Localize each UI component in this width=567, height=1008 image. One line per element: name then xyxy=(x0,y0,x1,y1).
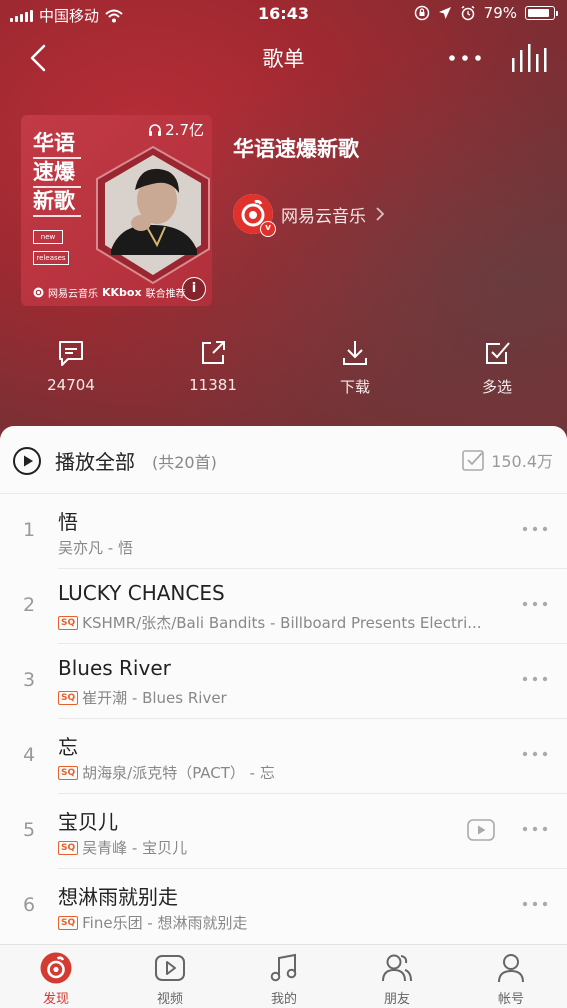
sq-badge: SQ xyxy=(58,765,79,780)
video-icon xyxy=(155,955,185,981)
tab-bar: 发现 视频 我的 朋友 帐号 xyxy=(0,944,567,1008)
status-bar: 中国移动 16:43 79% xyxy=(0,0,567,30)
song-row[interactable]: 2 LUCKY CHANCES SQ KSHMR/张杰/Bali Bandits - … xyxy=(0,569,567,644)
download-icon xyxy=(343,341,367,365)
song-more-icon[interactable] xyxy=(521,897,549,911)
cover-title: 华语 速爆 新歌 xyxy=(33,130,81,217)
action-row: 24704 11381 下载 多选 xyxy=(0,338,567,408)
tab-video[interactable]: 视频 xyxy=(130,951,210,1007)
song-row[interactable]: 5 宝贝儿 SQ 吴青峰 - 宝贝儿 xyxy=(0,794,567,869)
battery-icon xyxy=(525,6,558,20)
song-row[interactable]: 1 悟吴亦凡 - 悟 xyxy=(0,494,567,569)
song-row[interactable]: 3 Blues River SQ 崔开潮 - Blues River xyxy=(0,644,567,719)
play-circle-icon[interactable] xyxy=(12,446,42,476)
song-subtitle: 吴亦凡 - 悟 xyxy=(58,539,133,557)
song-title: 想淋雨就别走 xyxy=(58,885,178,909)
tab-friends[interactable]: 朋友 xyxy=(357,951,437,1007)
alarm-icon xyxy=(461,5,475,21)
creator-avatar: v xyxy=(233,194,276,237)
song-subtitle: SQ KSHMR/张杰/Bali Bandits - Billboard Pres… xyxy=(58,612,482,633)
comment-icon xyxy=(59,341,83,366)
download-button[interactable]: 下载 xyxy=(305,338,405,397)
song-index: 6 xyxy=(22,894,36,916)
song-title: 宝贝儿 xyxy=(58,810,118,834)
song-more-icon[interactable] xyxy=(521,822,549,836)
song-subtitle: SQ Fine乐团 - 想淋雨就别走 xyxy=(58,912,248,933)
comment-button[interactable]: 24704 xyxy=(21,338,121,394)
song-subtitle: SQ 崔开潮 - Blues River xyxy=(58,687,227,708)
playlist-cover[interactable]: 华语 速爆 新歌 new releases 2.7亿 网易云音乐 KKbox 联… xyxy=(21,115,212,306)
song-more-icon[interactable] xyxy=(521,747,549,761)
nav-bar: 歌单 xyxy=(0,30,567,86)
battery-percent: 79% xyxy=(483,4,517,22)
song-title: LUCKY CHANCES xyxy=(58,581,225,605)
song-index: 4 xyxy=(22,744,36,766)
song-index: 1 xyxy=(22,519,36,541)
rotation-lock-icon xyxy=(414,5,429,21)
info-icon[interactable]: i xyxy=(182,277,206,301)
play-all-row[interactable]: 播放全部 (共20首) 150.4万 xyxy=(0,426,567,494)
multi-select-icon xyxy=(486,342,510,364)
song-subtitle: SQ 吴青峰 - 宝贝儿 xyxy=(58,837,187,858)
song-subtitle: SQ 胡海泉/派克特（PACT） - 忘 xyxy=(58,762,275,783)
song-index: 5 xyxy=(22,819,36,841)
song-more-icon[interactable] xyxy=(521,522,549,536)
song-more-icon[interactable] xyxy=(521,672,549,686)
discover-icon xyxy=(40,952,72,984)
play-count: 2.7亿 xyxy=(148,119,204,140)
netease-logo-icon xyxy=(33,287,44,298)
account-icon xyxy=(498,954,524,983)
cover-tag-new: new xyxy=(33,230,63,244)
multi-select-button[interactable]: 多选 xyxy=(447,338,547,397)
song-title: 忘 xyxy=(58,735,78,759)
headphones-icon xyxy=(149,123,162,136)
creator-name: 网易云音乐 xyxy=(281,206,366,227)
playlist-title: 华语速爆新歌 xyxy=(233,137,359,161)
friends-icon xyxy=(382,954,412,982)
song-row[interactable]: 4 忘 SQ 胡海泉/派克特（PACT） - 忘 xyxy=(0,719,567,794)
share-button[interactable]: 11381 xyxy=(163,338,263,394)
sq-badge: SQ xyxy=(58,840,79,855)
play-all-label[interactable]: 播放全部 xyxy=(55,446,135,475)
song-index: 3 xyxy=(22,669,36,691)
creator-link[interactable]: v 网易云音乐 xyxy=(233,194,386,237)
location-icon xyxy=(438,7,451,19)
song-index: 2 xyxy=(22,594,36,616)
chevron-right-icon xyxy=(376,207,385,221)
sq-badge: SQ xyxy=(58,915,79,930)
collect-button[interactable]: 150.4万 xyxy=(461,448,553,472)
song-row[interactable]: 6 想淋雨就别走 SQ Fine乐团 - 想淋雨就别走 xyxy=(0,869,567,944)
sq-badge: SQ xyxy=(58,615,79,630)
music-note-icon xyxy=(270,953,297,982)
song-count: (共20首) xyxy=(152,453,217,472)
song-more-icon[interactable] xyxy=(521,597,549,611)
tab-account[interactable]: 帐号 xyxy=(471,951,551,1007)
mv-icon[interactable] xyxy=(467,819,495,841)
share-icon xyxy=(202,341,225,364)
cover-artist-photo xyxy=(96,145,210,285)
song-title: Blues River xyxy=(58,656,171,680)
collected-check-icon xyxy=(462,450,484,471)
tab-my-music[interactable]: 我的 xyxy=(244,951,324,1007)
tab-discover[interactable]: 发现 xyxy=(16,951,96,1007)
song-title: 悟 xyxy=(58,510,78,534)
song-list-panel: 播放全部 (共20首) 150.4万 1 悟吴亦凡 - 悟 2 LUCKY CHANC… xyxy=(0,426,567,946)
cover-tag-releases: releases xyxy=(33,251,69,265)
playlist-header: 中国移动 16:43 79% 歌单 华语 速爆 新歌 new releases … xyxy=(0,0,567,460)
now-playing-icon[interactable] xyxy=(508,40,548,76)
verified-badge: v xyxy=(260,221,276,237)
more-options-icon[interactable] xyxy=(446,40,486,76)
sq-badge: SQ xyxy=(58,690,79,705)
